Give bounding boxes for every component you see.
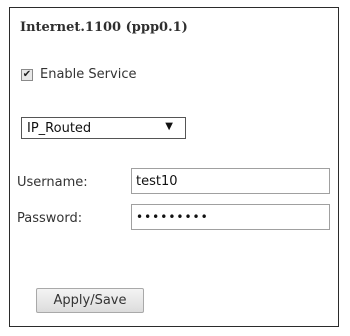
panel-title: Internet.1100 (ppp0.1) xyxy=(20,20,188,35)
password-label: Password: xyxy=(17,211,83,226)
dropdown-arrow-icon: ▼ xyxy=(165,121,173,132)
enable-service-checkbox[interactable]: ✔ xyxy=(21,68,33,81)
connection-mode-select[interactable]: IP_Routed ▼ xyxy=(21,117,186,139)
apply-save-button[interactable]: Apply/Save xyxy=(36,288,144,313)
check-icon: ✔ xyxy=(22,68,32,80)
service-panel: Internet.1100 (ppp0.1) ✔ Enable Service … xyxy=(9,7,339,327)
username-input[interactable]: test10 xyxy=(131,168,330,194)
username-label: Username: xyxy=(17,175,88,190)
enable-service-row[interactable]: ✔ Enable Service xyxy=(21,67,136,82)
connection-mode-value: IP_Routed xyxy=(27,120,92,136)
enable-service-label: Enable Service xyxy=(40,67,137,82)
password-input[interactable]: ••••••••• xyxy=(131,204,330,230)
